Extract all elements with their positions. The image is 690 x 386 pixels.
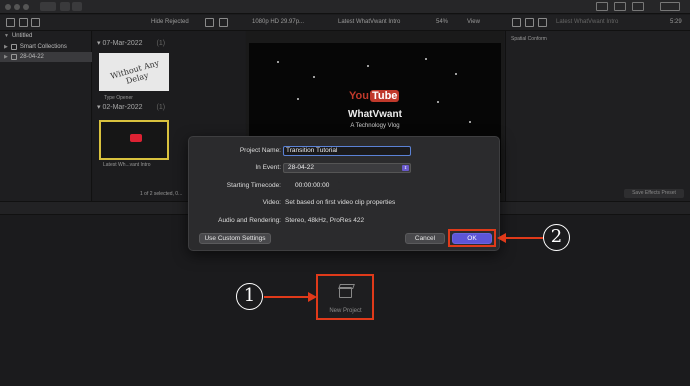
- clip-label: Type Opener: [104, 95, 133, 101]
- in-event-label: In Event:: [255, 164, 281, 171]
- disclosure-down-icon[interactable]: ▼: [4, 33, 9, 39]
- libraries-sidebar: ▼ Untitled ▶ Smart Collections ▶ 28-04-2…: [0, 31, 92, 201]
- star-dot: [469, 121, 471, 123]
- use-custom-settings-button[interactable]: Use Custom Settings: [199, 233, 271, 244]
- share-button[interactable]: [660, 2, 680, 11]
- step-2-marker: 2: [543, 224, 570, 251]
- selection-status: 1 of 2 selected, 0...: [140, 191, 183, 197]
- viewer-title: Latest WhatVwant Intro: [338, 19, 401, 25]
- clip-thumbnail-selected[interactable]: [99, 120, 169, 160]
- chevron-updown-icon: ⇕: [402, 165, 409, 171]
- star-dot: [277, 61, 279, 63]
- final-cut-window: Hide Rejected 1080p HD 29.97p... Latest …: [0, 0, 690, 386]
- photos-icon[interactable]: [19, 18, 28, 27]
- inspector-panel: Spatial Conform Save Effects Preset: [505, 31, 690, 201]
- timeline-toggle-icon[interactable]: [614, 2, 626, 11]
- disclosure-right-icon[interactable]: ▶: [4, 54, 8, 60]
- step-1-arrow: [264, 296, 310, 298]
- sidebar-item-label: Untitled: [11, 33, 33, 39]
- video-value: Set based on first video clip properties: [285, 199, 396, 206]
- inspector-clip-name: Latest WhatVwant Intro: [556, 19, 619, 25]
- ok-button-highlight: [448, 229, 496, 247]
- titles-icon[interactable]: [31, 18, 40, 27]
- in-event-popup[interactable]: 28-04-22 ⇕: [283, 163, 411, 173]
- date-group-header[interactable]: ▾ 02-Mar-2022 (1): [97, 103, 165, 111]
- view-popup[interactable]: View: [467, 19, 480, 25]
- audio-rendering-label: Audio and Rendering:: [218, 217, 281, 224]
- video-label: Video:: [262, 199, 281, 206]
- sidebar-item-label: Smart Collections: [19, 44, 67, 50]
- star-dot: [297, 98, 299, 100]
- step-2-arrow: [505, 237, 543, 239]
- sidebar-item-library[interactable]: ▼ Untitled: [4, 33, 32, 39]
- star-dot: [367, 65, 369, 67]
- brand-tagline: A Technology Vlog: [350, 123, 400, 129]
- search-icon[interactable]: [219, 18, 228, 27]
- folder-icon: [10, 44, 17, 50]
- close-window-icon[interactable]: [5, 4, 11, 10]
- clip-appearance-icon[interactable]: [205, 18, 214, 27]
- check-button[interactable]: [72, 2, 82, 11]
- star-dot: [455, 73, 457, 75]
- project-name-label: Project Name:: [239, 147, 281, 154]
- clip-thumbnail-text: Without Any Delay: [109, 58, 161, 86]
- browser-toggle-icon[interactable]: [596, 2, 608, 11]
- star-dot: [437, 101, 439, 103]
- clip-duration: 5:29: [670, 19, 682, 25]
- info-icon[interactable]: [538, 18, 547, 27]
- minimize-window-icon[interactable]: [14, 4, 20, 10]
- star-dot: [313, 76, 315, 78]
- date-group-header[interactable]: ▾ 07-Mar-2022 (1): [97, 39, 165, 47]
- disclosure-right-icon[interactable]: ▶: [4, 44, 8, 50]
- step-1-marker: 1: [236, 283, 263, 310]
- inspector-toggle-icon[interactable]: [632, 2, 644, 11]
- download-button[interactable]: [40, 2, 56, 11]
- cancel-button[interactable]: Cancel: [405, 233, 445, 244]
- clip-label: Latest Wh...vant Intro: [103, 162, 151, 168]
- audio-rendering-value: Stereo, 48kHz, ProRes 422: [285, 217, 365, 224]
- zoom-window-icon[interactable]: [23, 4, 29, 10]
- browser-viewer-header: Hide Rejected 1080p HD 29.97p... Latest …: [0, 15, 690, 31]
- sidebar-item-label: 28-04-22: [19, 54, 44, 60]
- brand-title: WhatVwant: [348, 109, 402, 120]
- top-toolbar: [0, 0, 690, 14]
- project-name-field[interactable]: Transition Tutorial: [283, 146, 411, 156]
- audio-icon[interactable]: [512, 18, 521, 27]
- youtube-logo: You Tube: [349, 90, 400, 102]
- new-project-highlight: [316, 274, 374, 320]
- starting-timecode-label: Starting Timecode:: [226, 182, 281, 189]
- format-label: 1080p HD 29.97p...: [252, 19, 305, 25]
- event-icon: [10, 54, 17, 60]
- star-dot: [425, 58, 427, 60]
- library-icon[interactable]: [6, 18, 15, 27]
- zoom-popup[interactable]: 54%: [436, 19, 448, 25]
- clip-thumbnail[interactable]: Without Any Delay: [99, 53, 169, 91]
- video-icon[interactable]: [525, 18, 534, 27]
- inspector-section-title: Spatial Conform: [511, 36, 547, 42]
- keyword-button[interactable]: [60, 2, 70, 11]
- arrow-right-icon: [308, 292, 317, 302]
- starting-timecode-field[interactable]: 00:00:00:00: [292, 181, 340, 191]
- sidebar-item-smart-collections[interactable]: ▶ Smart Collections: [4, 44, 67, 50]
- save-effects-preset-button[interactable]: Save Effects Preset: [624, 189, 684, 198]
- sidebar-item-event[interactable]: ▶ 28-04-22: [4, 54, 44, 60]
- filter-popup[interactable]: Hide Rejected: [151, 19, 189, 25]
- youtube-logo-icon: [130, 134, 142, 142]
